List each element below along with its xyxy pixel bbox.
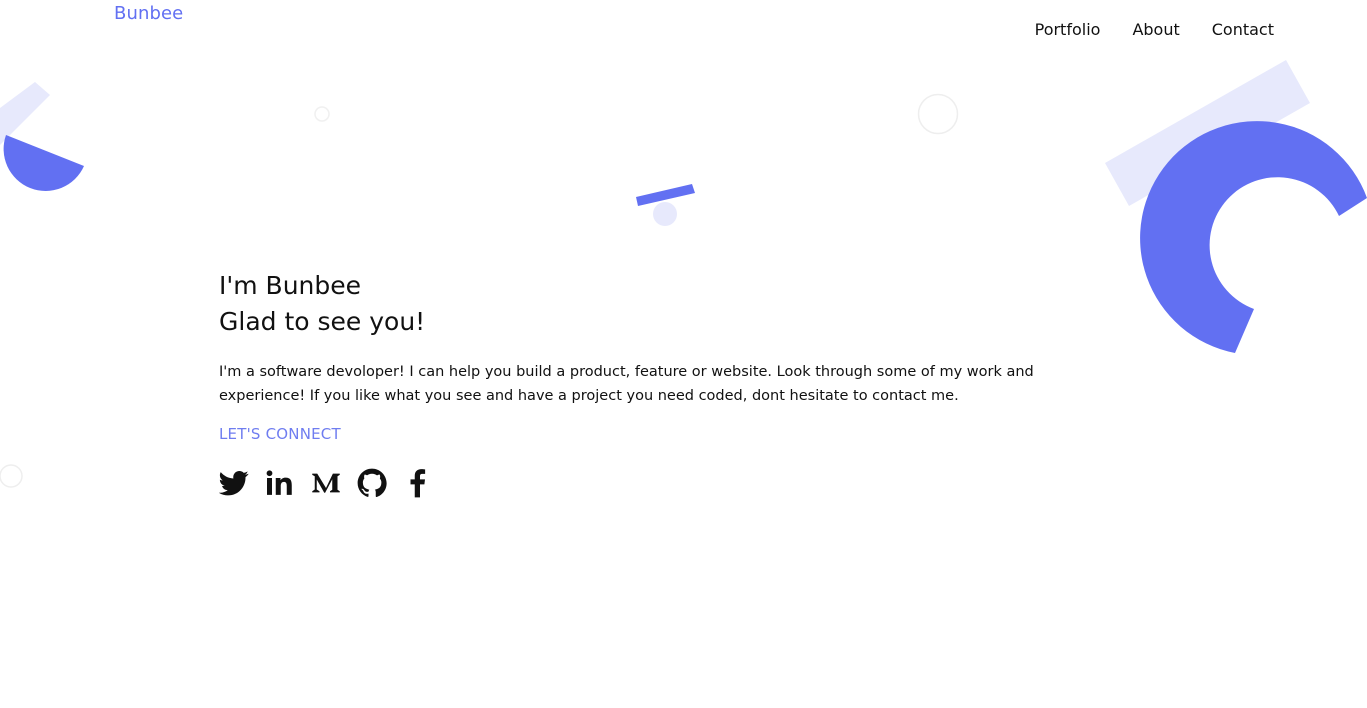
hero-title-line2: Glad to see you! [219, 307, 426, 336]
medium-icon [312, 473, 340, 493]
nav-about[interactable]: About [1132, 20, 1179, 40]
nav-contact[interactable]: Contact [1212, 20, 1274, 40]
deco-light-dot [653, 202, 677, 226]
hero-description: I'm a software devoloper! I can help you… [219, 364, 1034, 404]
social-links [219, 468, 1099, 498]
linkedin-link[interactable] [265, 468, 295, 498]
deco-ring [917, 93, 959, 135]
github-link[interactable] [357, 468, 387, 498]
github-icon [357, 468, 387, 498]
lets-connect-link[interactable]: LET'S CONNECT [219, 425, 341, 443]
logo-link[interactable]: Bunbee [114, 3, 183, 24]
deco-light-bar-right [1105, 60, 1310, 206]
hero-section: I'm Bunbee Glad to see you! I'm a softwa… [219, 268, 1099, 498]
hero-title: I'm Bunbee Glad to see you! [219, 268, 1099, 340]
deco-edge-circle [0, 464, 23, 488]
nav-portfolio[interactable]: Portfolio [1035, 20, 1101, 40]
twitter-icon [219, 471, 249, 496]
deco-blue-stroke [636, 184, 695, 206]
twitter-link[interactable] [219, 468, 249, 498]
deco-half-circle [3, 135, 84, 191]
linkedin-icon [266, 470, 292, 495]
deco-big-arc [1140, 121, 1367, 353]
facebook-icon [410, 469, 426, 498]
hero-title-line1: I'm Bunbee [219, 271, 362, 300]
facebook-link[interactable] [403, 468, 433, 498]
medium-link[interactable] [311, 468, 341, 498]
main-nav: Portfolio About Contact [1035, 20, 1274, 40]
deco-small-circle [314, 106, 330, 122]
deco-light-bar-left [0, 82, 50, 145]
